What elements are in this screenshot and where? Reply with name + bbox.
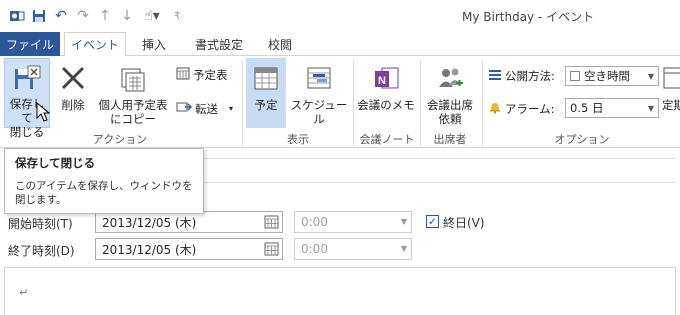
chevron-down-icon: ▼ (647, 71, 655, 81)
location-field[interactable] (200, 182, 676, 183)
touch-mode-icon[interactable]: ☝▾ (138, 6, 166, 26)
calendar-small-icon (176, 66, 190, 83)
chevron-down-icon: ▼ (647, 103, 655, 113)
svg-text:N: N (378, 75, 386, 87)
invite-label-2: 依頼 (438, 112, 462, 126)
all-day-label: 終日(V) (443, 216, 485, 230)
undo-icon[interactable]: ↶ (50, 6, 72, 26)
show-as-label: 公開方法: (488, 68, 555, 84)
start-date-input[interactable]: 2013/12/05 (木) (95, 211, 283, 233)
tooltip: 保存して閉じる このアイテムを保存し、ウィンドウを閉じます。 (4, 148, 204, 214)
free-busy-swatch (570, 71, 580, 81)
invite-attendees-button[interactable]: 会議出席 依頼 (423, 58, 477, 128)
start-date-value: 2013/12/05 (木) (102, 215, 197, 230)
start-time-input[interactable]: 0:00 ▼ (294, 211, 412, 233)
end-time-label: 終了時刻(D) (8, 244, 75, 258)
mouse-cursor-icon (36, 101, 51, 127)
show-as-select[interactable]: 空き時間 ▼ (565, 66, 659, 86)
forward-icon (176, 100, 193, 117)
schedule-button[interactable]: スケジュール (288, 58, 350, 128)
ribbon: 保存して 閉じる 削除 個人用予定表 にコピー 予定表 転送 ▾ アクション 予… (0, 56, 680, 148)
group-show-label: 表示 (287, 133, 309, 146)
bell-icon (488, 100, 502, 117)
recurrence-icon (662, 62, 680, 94)
group-meeting-notes-label: 会議ノート (359, 133, 415, 146)
chevron-down-icon: ▼ (400, 217, 407, 226)
invite-label-1: 会議出席 (427, 98, 473, 112)
show-as-text: 公開方法: (505, 69, 555, 83)
window-title: My Birthday - イベント (462, 10, 595, 24)
attendees-icon (434, 62, 466, 94)
paragraph-mark: ↵ (19, 286, 29, 299)
delete-icon (57, 62, 89, 94)
reminder-select[interactable]: 0.5 日 ▼ (565, 98, 659, 118)
save-close-icon (11, 63, 43, 93)
copy-calendar-icon (117, 62, 149, 94)
tooltip-title: 保存して閉じる (15, 156, 96, 170)
delete-button[interactable]: 削除 (55, 58, 91, 128)
group-options-label: オプション (554, 133, 610, 146)
ribbon-tabs: ファイル イベント 挿入 書式設定 校閲 (0, 32, 680, 57)
recurrence-label: 定期 (662, 98, 680, 112)
calendar-button[interactable]: 予定表 (176, 66, 228, 83)
all-day-checkbox[interactable]: ✓ (426, 215, 439, 228)
recurrence-button[interactable]: 定期 (662, 58, 680, 128)
forward-dropdown-icon: ▾ (229, 104, 234, 113)
copy-to-calendar-button[interactable]: 個人用予定表 にコピー (95, 58, 171, 128)
customize-icon[interactable]: ₹ (166, 6, 188, 26)
chevron-down-icon: ▼ (400, 244, 407, 253)
end-time-value: 0:00 (301, 242, 328, 256)
subject-field[interactable] (200, 158, 676, 159)
group-action-label: アクション (92, 133, 148, 146)
tab-file[interactable]: ファイル (0, 32, 60, 56)
tab-insert[interactable]: 挿入 (132, 32, 176, 56)
reminder-label: アラーム: (488, 100, 555, 117)
outlook-icon (6, 6, 28, 26)
redo-icon[interactable]: ↷ (72, 6, 94, 26)
schedule-label: スケジュール (290, 98, 348, 126)
reminder-value: 0.5 日 (570, 101, 604, 115)
tooltip-body: このアイテムを保存し、ウィンドウを閉じます。 (15, 180, 193, 206)
meeting-notes-button[interactable]: N 会議のメモ (356, 58, 416, 128)
calendar-picker-icon[interactable] (264, 242, 279, 256)
end-time-input[interactable]: 0:00 ▼ (294, 238, 412, 260)
separator (482, 60, 483, 146)
start-time-label: 開始時刻(T) (8, 217, 73, 231)
appointment-label: 予定 (254, 98, 278, 112)
copy-label-1: 個人用予定表 (98, 98, 168, 112)
quick-access-toolbar: ↶ ↷ ↑ ↓ ☝▾ ₹ (6, 6, 188, 26)
reminder-text: アラーム: (505, 101, 555, 116)
copy-label-2: にコピー (110, 112, 156, 126)
calendar-picker-icon[interactable] (264, 215, 279, 229)
forward-label: 転送 (195, 101, 218, 116)
save-icon[interactable] (28, 6, 50, 26)
up-icon[interactable]: ↑ (94, 6, 116, 26)
schedule-icon (303, 62, 335, 94)
event-body-editor[interactable]: ↵ (4, 267, 676, 315)
start-time-value: 0:00 (301, 215, 328, 229)
appointment-icon (250, 62, 282, 94)
title-bar: ↶ ↷ ↑ ↓ ☝▾ ₹ My Birthday - イベント (0, 0, 680, 32)
separator (242, 60, 243, 146)
onenote-icon: N (370, 62, 402, 94)
forward-button[interactable]: 転送 ▾ (176, 100, 233, 117)
show-as-icon (488, 69, 502, 84)
meeting-notes-label: 会議のメモ (357, 98, 415, 112)
appointment-button[interactable]: 予定 (246, 58, 286, 128)
calendar-label: 予定表 (193, 67, 228, 82)
group-attendees-label: 出席者 (433, 133, 467, 146)
delete-label: 削除 (61, 98, 85, 112)
tab-event[interactable]: イベント (64, 32, 126, 57)
end-date-input[interactable]: 2013/12/05 (木) (95, 238, 283, 260)
tab-review[interactable]: 校閲 (260, 32, 300, 56)
end-date-value: 2013/12/05 (木) (102, 242, 197, 257)
show-as-value: 空き時間 (584, 69, 630, 83)
down-icon[interactable]: ↓ (116, 6, 138, 26)
tab-format[interactable]: 書式設定 (184, 32, 254, 56)
